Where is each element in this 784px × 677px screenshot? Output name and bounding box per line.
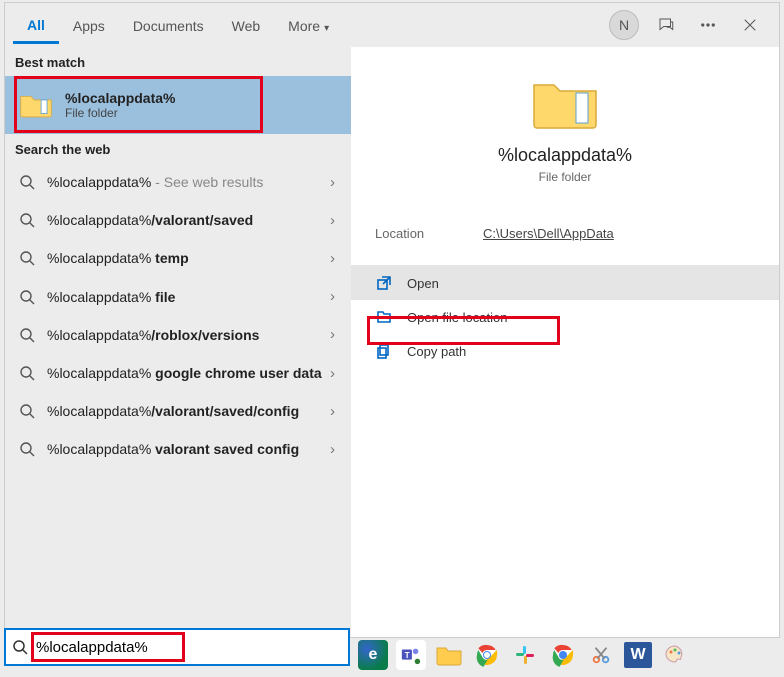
web-result-text: %localappdata% valorant saved config — [47, 440, 326, 458]
chevron-right-icon[interactable]: › — [326, 212, 339, 229]
tab-bar: All Apps Documents Web More▾ N — [5, 3, 779, 47]
edge-icon[interactable]: e — [358, 640, 388, 670]
taskbar: e T W — [350, 640, 698, 670]
search-bar[interactable] — [4, 628, 350, 666]
web-result[interactable]: %localappdata% - See web results › — [5, 163, 351, 201]
web-result-text: %localappdata%/roblox/versions — [47, 326, 326, 344]
close-icon[interactable] — [735, 10, 765, 40]
chrome-alt-icon[interactable] — [548, 640, 578, 670]
web-result[interactable]: %localappdata% valorant saved config › — [5, 430, 351, 468]
search-panel: All Apps Documents Web More▾ N Best matc… — [4, 2, 780, 638]
chevron-right-icon[interactable]: › — [326, 250, 339, 267]
section-best-match: Best match — [5, 47, 351, 76]
preview-title: %localappdata% — [498, 145, 632, 166]
search-icon — [19, 403, 35, 419]
chevron-right-icon[interactable]: › — [326, 174, 339, 191]
search-icon — [19, 365, 35, 381]
web-result-text: %localappdata%/valorant/saved/config — [47, 402, 326, 420]
tab-all[interactable]: All — [13, 7, 59, 44]
snip-icon[interactable] — [586, 640, 616, 670]
chevron-right-icon[interactable]: › — [326, 403, 339, 420]
preview-subtitle: File folder — [539, 170, 592, 184]
chevron-right-icon[interactable]: › — [326, 365, 339, 382]
web-result[interactable]: %localappdata% file › — [5, 278, 351, 316]
folder-icon — [530, 75, 600, 131]
section-search-web: Search the web — [5, 134, 351, 163]
open-icon — [375, 274, 393, 292]
chevron-right-icon[interactable]: › — [326, 326, 339, 343]
chevron-right-icon[interactable]: › — [326, 288, 339, 305]
folder-open-icon — [375, 308, 393, 326]
preview-pane: %localappdata% File folder Location C:\U… — [351, 47, 779, 637]
search-icon — [19, 250, 35, 266]
location-row: Location C:\Users\Dell\AppData — [351, 202, 779, 266]
web-result[interactable]: %localappdata%/valorant/saved › — [5, 201, 351, 239]
web-result[interactable]: %localappdata% google chrome user data › — [5, 354, 351, 392]
chevron-right-icon[interactable]: › — [326, 441, 339, 458]
chrome-icon[interactable] — [472, 640, 502, 670]
action-open-location-label: Open file location — [407, 310, 507, 325]
web-result[interactable]: %localappdata%/roblox/versions › — [5, 316, 351, 354]
search-icon — [19, 289, 35, 305]
action-open[interactable]: Open — [351, 266, 779, 300]
results-column: Best match %localappdata% File folder Se… — [5, 47, 351, 637]
top-actions: N — [609, 10, 771, 40]
location-value[interactable]: C:\Users\Dell\AppData — [483, 226, 614, 241]
web-result[interactable]: %localappdata% temp › — [5, 239, 351, 277]
search-icon — [19, 327, 35, 343]
explorer-icon[interactable] — [434, 640, 464, 670]
copy-icon — [375, 342, 393, 360]
location-label: Location — [375, 226, 483, 241]
web-result[interactable]: %localappdata%/valorant/saved/config › — [5, 392, 351, 430]
action-copy-path[interactable]: Copy path — [351, 334, 779, 368]
teams-icon[interactable]: T — [396, 640, 426, 670]
search-input[interactable] — [36, 639, 342, 656]
action-open-label: Open — [407, 276, 439, 291]
web-result-text: %localappdata% file — [47, 288, 326, 306]
web-result-text: %localappdata%/valorant/saved — [47, 211, 326, 229]
feedback-icon[interactable] — [651, 10, 681, 40]
paint-icon[interactable] — [660, 640, 690, 670]
tab-web[interactable]: Web — [218, 8, 275, 42]
more-icon[interactable] — [693, 10, 723, 40]
svg-text:T: T — [405, 651, 410, 660]
best-match-subtitle: File folder — [65, 106, 175, 120]
tab-apps[interactable]: Apps — [59, 8, 119, 42]
search-icon — [19, 174, 35, 190]
tab-documents[interactable]: Documents — [119, 8, 218, 42]
chevron-down-icon: ▾ — [324, 23, 329, 34]
web-result-text: %localappdata% - See web results — [47, 173, 326, 191]
best-match-item[interactable]: %localappdata% File folder — [5, 76, 351, 134]
user-avatar[interactable]: N — [609, 10, 639, 40]
web-result-text: %localappdata% temp — [47, 249, 326, 267]
folder-icon — [19, 91, 53, 119]
best-match-title: %localappdata% — [65, 90, 175, 106]
action-open-location[interactable]: Open file location — [351, 300, 779, 334]
word-icon[interactable]: W — [624, 642, 652, 668]
search-icon — [19, 441, 35, 457]
slack-icon[interactable] — [510, 640, 540, 670]
action-copy-path-label: Copy path — [407, 344, 466, 359]
tab-more[interactable]: More▾ — [274, 8, 343, 42]
search-icon — [12, 639, 28, 655]
search-icon — [19, 212, 35, 228]
web-result-text: %localappdata% google chrome user data — [47, 364, 326, 382]
